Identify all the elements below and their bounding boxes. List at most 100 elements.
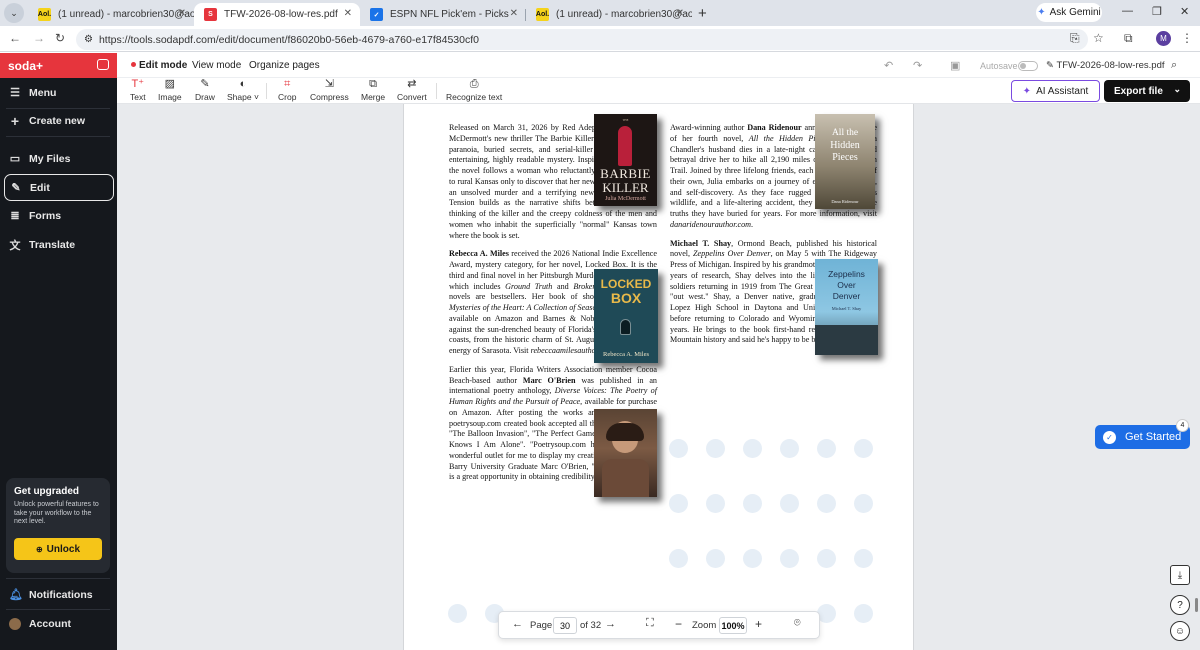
- sidebar-item-translate[interactable]: 文 Translate: [4, 232, 114, 257]
- organize-pages-tab[interactable]: Organize pages: [249, 60, 320, 71]
- filename-label: TFW-2026-08-low-res.pdf: [1056, 60, 1165, 71]
- sidebar-item-menu[interactable]: ☰ Menu: [4, 80, 114, 105]
- minimize-icon[interactable]: —: [1122, 5, 1133, 17]
- page-navigator: ← Page 30 of 32 → ⛶ − Zoom 100% + ⌾: [498, 611, 820, 639]
- restore-icon[interactable]: ❐: [1152, 5, 1162, 18]
- back-icon[interactable]: ←: [9, 31, 21, 45]
- browser-tab-sodapdf[interactable]: S TFW-2026-08-low-res.pdf ✕: [194, 3, 360, 26]
- sidebar-item-account[interactable]: Account: [4, 611, 114, 636]
- close-icon[interactable]: ✕: [344, 8, 352, 19]
- tool-label: Text: [130, 92, 146, 102]
- sidebar-item-notifications[interactable]: 🔔︎ Notifications: [4, 582, 114, 607]
- shape-tool[interactable]: ◐ Shape ˅: [227, 78, 259, 103]
- new-tab-button[interactable]: +: [698, 5, 707, 22]
- decorative-dot: [817, 439, 836, 458]
- cover-text: Over: [837, 280, 856, 290]
- crop-tool[interactable]: ⌗ Crop: [278, 78, 296, 103]
- unlock-button[interactable]: ⊕ Unlock: [14, 538, 102, 560]
- tab-search-icon[interactable]: ⌄: [4, 3, 24, 23]
- crop-icon: ⌗: [284, 78, 291, 90]
- feedback-icon[interactable]: ☺: [1170, 621, 1190, 641]
- scrollbar[interactable]: [1195, 598, 1198, 612]
- browser-tab-espn[interactable]: ✓ ESPN NFL Pick'em - Picks ✕: [360, 3, 526, 26]
- decorative-dot: [743, 494, 762, 513]
- get-started-button[interactable]: ✓ Get Started: [1095, 425, 1190, 449]
- text-tool[interactable]: T⁺ Text: [130, 79, 146, 103]
- convert-tool[interactable]: ⇄ Convert: [397, 79, 427, 103]
- help-icon[interactable]: ?: [1170, 595, 1190, 615]
- unlock-icon: ⊕: [35, 544, 43, 554]
- zoom-in-icon[interactable]: +: [755, 617, 762, 631]
- close-icon[interactable]: ✕: [178, 8, 186, 19]
- profile-avatar[interactable]: M: [1156, 31, 1171, 46]
- image-tool[interactable]: ▨ Image: [158, 79, 182, 103]
- sidebar-item-create-new[interactable]: + Create new: [4, 108, 114, 133]
- bell-icon: 🔔︎: [9, 589, 23, 601]
- sidebar-item-label: My Files: [29, 152, 71, 165]
- autosave-toggle[interactable]: [1018, 61, 1038, 71]
- decorative-dot: [706, 439, 725, 458]
- compress-tool[interactable]: ⇲ Compress: [310, 79, 349, 103]
- tab-title: ESPN NFL Pick'em - Picks: [390, 9, 509, 20]
- sidebar-item-edit[interactable]: ✎ Edit: [4, 174, 114, 201]
- mode-bar: Edit mode View mode Organize pages ↶ ↷ ▣…: [117, 53, 1200, 78]
- document-filename[interactable]: ✎ TFW-2026-08-low-res.pdf: [1046, 60, 1165, 71]
- export-file-button[interactable]: Export file ⌄: [1104, 80, 1190, 102]
- get-started-label: Get Started: [1125, 431, 1182, 443]
- browser-menu-icon[interactable]: ⋮: [1181, 31, 1193, 45]
- zeppelins-over-denver-cover[interactable]: Zeppelins Over Denver Michael T. Shay: [815, 259, 878, 355]
- zoom-out-icon[interactable]: −: [675, 617, 682, 631]
- next-page-icon[interactable]: →: [605, 618, 616, 630]
- shape-icon: ◐: [239, 78, 247, 90]
- address-bar: ← → ↻ ⚙ https://tools.sodapdf.com/edit/d…: [0, 26, 1200, 52]
- collapse-sidebar-icon[interactable]: [97, 59, 109, 70]
- reload-icon[interactable]: ↻: [55, 31, 65, 45]
- url-field[interactable]: ⚙ https://tools.sodapdf.com/edit/documen…: [76, 29, 1088, 50]
- download-icon[interactable]: ⤓: [1170, 565, 1190, 585]
- cover-text: LOCKED: [600, 277, 652, 291]
- extensions-icon[interactable]: ⧉: [1124, 31, 1133, 46]
- undo-icon[interactable]: ↶: [884, 59, 893, 72]
- decorative-dot: [817, 549, 836, 568]
- forward-icon[interactable]: →: [33, 31, 45, 45]
- window-close-icon[interactable]: ✕: [1180, 5, 1189, 18]
- ask-gemini-button[interactable]: ✦ Ask Gemini: [1036, 3, 1102, 22]
- document-canvas: Released on March 31, 2026 by Red Adept …: [117, 104, 1200, 650]
- account-avatar-icon: [9, 617, 21, 630]
- redo-icon[interactable]: ↷: [913, 59, 922, 72]
- site-info-icon[interactable]: ⚙: [84, 34, 93, 45]
- close-icon[interactable]: ✕: [676, 8, 684, 19]
- soda-logo[interactable]: soda+: [8, 59, 43, 73]
- previous-page-icon[interactable]: ←: [512, 618, 523, 630]
- search-icon[interactable]: ⌕: [1171, 59, 1177, 72]
- save-icon[interactable]: ▣: [950, 59, 960, 72]
- tool-label: Convert: [397, 92, 427, 102]
- app-sidebar: soda+ ☰ Menu + Create new ▭ My Files ✎ E…: [0, 53, 117, 650]
- pdf-page[interactable]: Released on March 31, 2026 by Red Adept …: [403, 104, 914, 650]
- install-app-icon[interactable]: ⎘: [1070, 31, 1080, 46]
- browser-tab-aol-2[interactable]: Aol. (1 unread) - marcobrien30@ao ✕: [526, 3, 692, 26]
- recognize-text-tool[interactable]: ⎙ Recognize text: [446, 79, 502, 103]
- cover-text: Hidden: [830, 140, 860, 151]
- view-mode-tab[interactable]: View mode: [192, 60, 241, 71]
- ai-assistant-button[interactable]: ✦ AI Assistant: [1011, 80, 1100, 102]
- edit-mode-tab[interactable]: Edit mode: [131, 60, 187, 71]
- chevron-down-icon[interactable]: ⌄: [1173, 84, 1181, 95]
- bookmark-star-icon[interactable]: ☆: [1093, 31, 1104, 45]
- sidebar-item-forms[interactable]: ≣ Forms: [4, 203, 114, 228]
- marc-obrien-photo[interactable]: [594, 409, 657, 497]
- sidebar-item-label: Notifications: [29, 588, 93, 601]
- mode-label: Edit mode: [139, 60, 188, 71]
- locked-box-cover[interactable]: LOCKED BOX Rebecca A. Miles: [594, 269, 658, 363]
- zoom-input[interactable]: 100%: [719, 617, 747, 634]
- page-number-input[interactable]: 30: [553, 617, 577, 634]
- camera-icon[interactable]: ⌾: [794, 617, 801, 630]
- barbie-killer-cover[interactable]: THE BARBIE KILLER Julia McDermott: [594, 114, 657, 206]
- sidebar-item-my-files[interactable]: ▭ My Files: [4, 146, 114, 171]
- fit-page-icon[interactable]: ⛶: [646, 617, 654, 630]
- merge-tool[interactable]: ⧉ Merge: [361, 79, 385, 103]
- close-icon[interactable]: ✕: [510, 8, 518, 19]
- hidden-pieces-cover[interactable]: All the Hidden Pieces Dana Ridenour: [815, 114, 875, 209]
- browser-tab-aol-1[interactable]: Aol. (1 unread) - marcobrien30@ao ✕: [28, 3, 194, 26]
- draw-tool[interactable]: ✎ Draw: [195, 79, 215, 103]
